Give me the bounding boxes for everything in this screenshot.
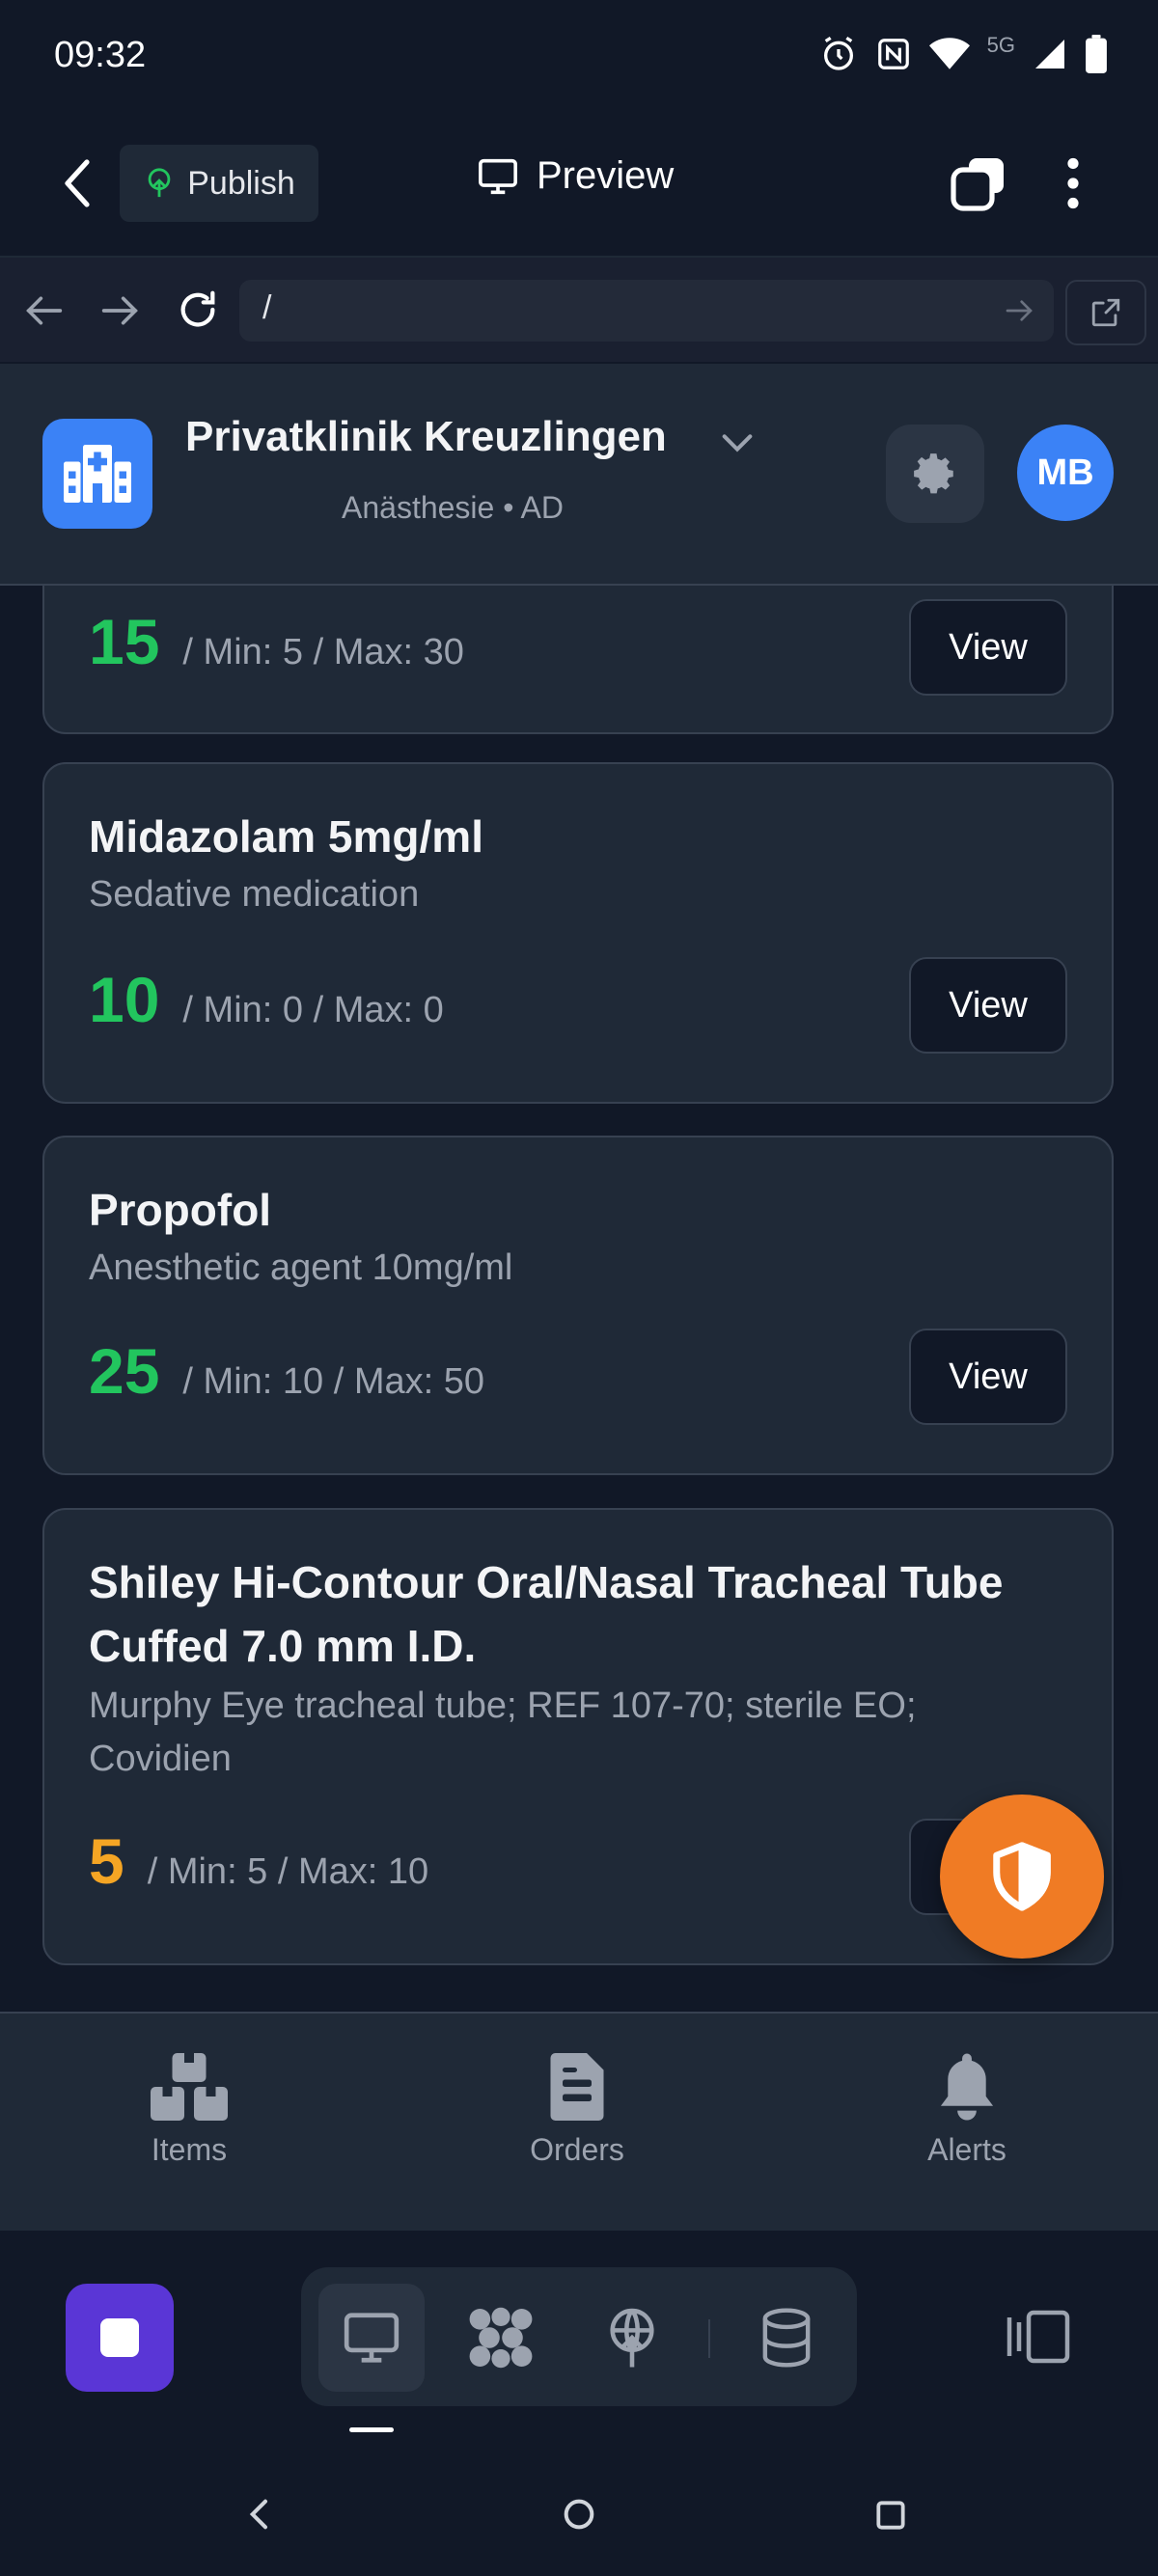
system-recents-icon[interactable] <box>872 2497 909 2534</box>
molecule-icon <box>466 2305 536 2370</box>
status-icons: 5G <box>819 33 1108 73</box>
boxes-icon <box>151 2053 228 2121</box>
stock-quantity: 5 <box>89 1825 124 1897</box>
shield-fab-button[interactable] <box>940 1795 1104 1959</box>
status-time: 09:32 <box>54 35 147 75</box>
view-button[interactable]: View <box>909 1329 1067 1425</box>
bell-icon <box>936 2053 998 2121</box>
network-type: 5G <box>986 33 1015 57</box>
url-input[interactable] <box>239 280 1054 342</box>
avatar[interactable]: MB <box>1017 425 1114 521</box>
item-description: Anesthetic agent 10mg/ml <box>89 1247 513 1288</box>
item-card[interactable]: 15 / Min: 5 / Max: 30 View <box>42 586 1114 734</box>
dock-divider <box>708 2319 710 2358</box>
chevron-down-icon[interactable] <box>718 428 757 457</box>
document-icon <box>549 2053 605 2121</box>
tab-label: Orders <box>530 2132 624 2167</box>
view-button[interactable]: View <box>909 599 1067 696</box>
globe-upload-icon <box>143 167 176 200</box>
stock-min-max: / Min: 10 / Max: 50 <box>182 1361 484 1402</box>
tabs-switcher-button[interactable] <box>950 154 1007 212</box>
item-name: Midazolam 5mg/ml <box>89 811 483 862</box>
hospital-icon <box>42 419 152 529</box>
external-link-icon <box>1089 296 1122 329</box>
nav-back-arrow-icon[interactable] <box>23 291 66 330</box>
preview-label: Preview <box>537 154 675 197</box>
clinic-name[interactable]: Privatklinik Kreuzlingen <box>185 413 667 461</box>
view-button[interactable]: View <box>909 957 1067 1054</box>
stock-row: 25 / Min: 10 / Max: 50 <box>89 1334 484 1408</box>
stock-quantity: 10 <box>89 964 160 1035</box>
shield-icon <box>988 1840 1056 1913</box>
back-button[interactable] <box>54 154 100 212</box>
stock-min-max: / Min: 0 / Max: 0 <box>182 990 444 1030</box>
stock-quantity: 25 <box>89 1335 160 1407</box>
item-name: Propofol <box>89 1185 272 1235</box>
item-name: Shiley Hi-Contour Oral/Nasal Tracheal Tu… <box>89 1557 1004 1671</box>
tab-label: Items <box>151 2132 228 2167</box>
wifi-icon <box>928 36 970 72</box>
dock-integrations-button[interactable] <box>448 2284 554 2392</box>
tab-alerts[interactable]: Alerts <box>861 2053 1073 2168</box>
stock-quantity: 15 <box>89 606 160 677</box>
system-nav-bar <box>0 2453 1158 2576</box>
publish-button[interactable]: Publish <box>120 145 318 222</box>
stock-min-max: / Min: 5 / Max: 10 <box>147 1851 429 1892</box>
items-list: 15 / Min: 5 / Max: 30 View Midazolam 5mg… <box>0 586 1158 2012</box>
nfc-icon <box>875 36 912 72</box>
tab-items[interactable]: Items <box>83 2053 295 2168</box>
signal-icon <box>1033 37 1067 71</box>
app-stop-button[interactable] <box>66 2284 174 2392</box>
stock-row: 15 / Min: 5 / Max: 30 <box>89 605 464 678</box>
stock-row: 10 / Min: 0 / Max: 0 <box>89 963 444 1036</box>
gear-icon <box>911 450 959 498</box>
active-indicator <box>349 2427 394 2432</box>
tab-orders[interactable]: Orders <box>471 2053 683 2168</box>
nav-forward-arrow-icon[interactable] <box>98 291 141 330</box>
stop-square-icon <box>96 2315 143 2361</box>
url-go-arrow-icon[interactable] <box>1004 295 1034 326</box>
dock-preview-button[interactable] <box>318 2284 425 2392</box>
monitor-icon <box>342 2310 401 2366</box>
item-card[interactable]: Propofol Anesthetic agent 10mg/ml 25 / M… <box>42 1136 1114 1475</box>
publish-label: Publish <box>187 164 295 202</box>
database-icon <box>758 2307 814 2369</box>
dock-database-button[interactable] <box>733 2284 840 2392</box>
alarm-icon <box>819 35 858 73</box>
stock-min-max: / Min: 5 / Max: 30 <box>182 632 464 672</box>
item-description: Murphy Eye tracheal tube; REF 107-70; st… <box>89 1685 917 1779</box>
clinic-unit: Anästhesie • AD <box>342 490 564 525</box>
preview-toggle[interactable]: Preview <box>477 154 674 198</box>
item-card[interactable]: Midazolam 5mg/ml Sedative medication 10 … <box>42 762 1114 1104</box>
dock-deploy-button[interactable] <box>579 2284 685 2392</box>
globe-upload-icon <box>602 2306 662 2370</box>
more-options-icon[interactable] <box>1060 156 1087 210</box>
system-home-icon[interactable] <box>560 2495 598 2534</box>
reload-icon[interactable] <box>176 288 220 332</box>
system-back-icon[interactable] <box>241 2495 280 2534</box>
open-external-button[interactable] <box>1065 280 1146 345</box>
item-description: Sedative medication <box>89 874 420 915</box>
battery-icon <box>1085 35 1108 73</box>
panel-toggle-icon[interactable] <box>1002 2308 1075 2366</box>
url-text: / <box>262 289 272 326</box>
monitor-icon <box>477 157 519 196</box>
clinic-header <box>0 364 1158 586</box>
tab-label: Alerts <box>927 2132 1006 2167</box>
stock-row: 5 / Min: 5 / Max: 10 <box>89 1824 428 1898</box>
settings-button[interactable] <box>886 425 984 523</box>
